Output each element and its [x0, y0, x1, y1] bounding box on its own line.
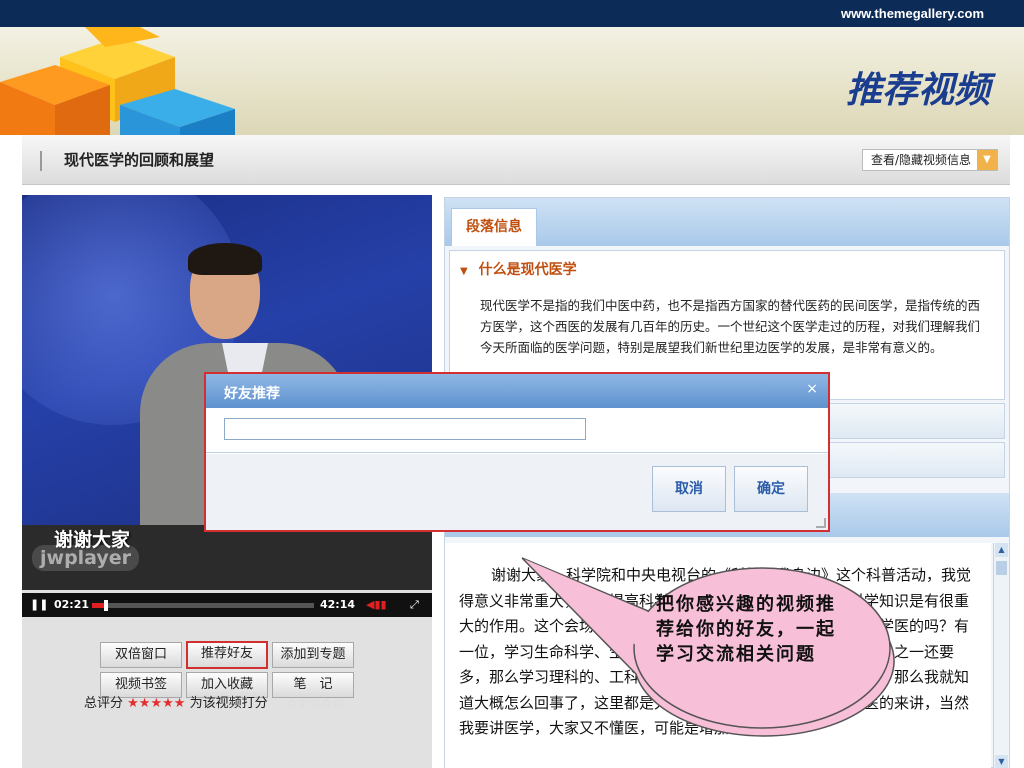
section-header[interactable]: ▼ 什么是现代医学 [460, 259, 577, 279]
video-title: 现代医学的回顾和展望 [64, 151, 215, 169]
slide: www.themegallery.com 推荐视频 现代医学的回顾和展望 查看/… [0, 0, 1024, 768]
friend-input[interactable] [224, 418, 586, 440]
dialog-title: 好友推荐 [224, 386, 280, 402]
volume-icon[interactable]: ◀▮▮ [366, 598, 387, 611]
seek-handle[interactable] [104, 600, 108, 611]
callout-bubble: 把你感兴趣的视频推荐给你的好友，一起学习交流相关问题 [510, 556, 910, 746]
current-time: 02:21 [54, 598, 90, 611]
rating-label: 总评分 [84, 696, 124, 711]
scroll-thumb[interactable] [996, 561, 1007, 575]
transcript-scrollbar[interactable]: ▲ ▼ [993, 543, 1009, 768]
resize-grip-icon[interactable] [816, 518, 826, 528]
recommend-dialog: 好友推荐 × 取消 确定 [204, 372, 830, 532]
cubes-decoration [0, 27, 235, 135]
banner: 推荐视频 [0, 27, 1024, 135]
rate-stars-input[interactable]: ☆☆☆☆☆ [286, 696, 344, 711]
top-bar: www.themegallery.com [0, 0, 1024, 27]
duration: 42:14 [320, 598, 356, 611]
rating-row: 总评分 ★★★★★ 为该视频打分 ☆☆☆☆☆ [84, 692, 344, 711]
confirm-button[interactable]: 确定 [734, 466, 808, 512]
website-url: www.themegallery.com [840, 6, 984, 21]
seek-progress [92, 603, 104, 608]
toggle-info-label: 查看/隐藏视频信息 [870, 153, 971, 167]
slide-title: 推荐视频 [845, 69, 990, 111]
fullscreen-icon[interactable]: ⤢ [410, 598, 419, 612]
section-title: 什么是现代医学 [478, 262, 577, 278]
rate-label: 为该视频打分 [189, 696, 268, 711]
section-body: 现代医学不是指的我们中医中药，也不是指西方国家的替代医药的民间医学，是指传统的西… [480, 298, 980, 355]
close-icon[interactable]: × [806, 381, 818, 397]
pause-icon[interactable]: ❚❚ [30, 598, 48, 611]
video-header: 现代医学的回顾和展望 查看/隐藏视频信息 ▼ [22, 135, 1010, 185]
double-window-button[interactable]: 双倍窗口 [100, 642, 182, 668]
scroll-up-icon[interactable]: ▲ [995, 543, 1008, 557]
player-controls: ❚❚ 02:21 42:14 ◀▮▮ ⤢ [22, 593, 432, 617]
chevron-down-icon: ▼ [977, 150, 997, 170]
seek-bar[interactable] [92, 600, 314, 611]
rating-stars: ★★★★★ [127, 696, 186, 711]
header-divider [40, 151, 42, 171]
player-watermark: jwplayer [32, 545, 140, 571]
info-tab-bar: 段落信息 [445, 198, 1009, 246]
add-to-topic-button[interactable]: 添加到专题 [272, 642, 354, 668]
recommend-friend-button[interactable]: 推荐好友 [186, 641, 268, 669]
speaker-hair [188, 243, 262, 275]
caret-down-icon: ▼ [460, 266, 468, 277]
dialog-titlebar[interactable]: 好友推荐 × [206, 374, 828, 408]
dialog-divider [206, 452, 828, 453]
callout-text: 把你感兴趣的视频推荐给你的好友，一起学习交流相关问题 [656, 594, 836, 665]
toggle-info-button[interactable]: 查看/隐藏视频信息 ▼ [861, 149, 998, 171]
dialog-button-bar: 取消 确定 [206, 454, 828, 530]
tab-paragraph-info[interactable]: 段落信息 [451, 208, 537, 246]
scroll-down-icon[interactable]: ▼ [995, 755, 1008, 768]
cancel-button[interactable]: 取消 [652, 466, 726, 512]
